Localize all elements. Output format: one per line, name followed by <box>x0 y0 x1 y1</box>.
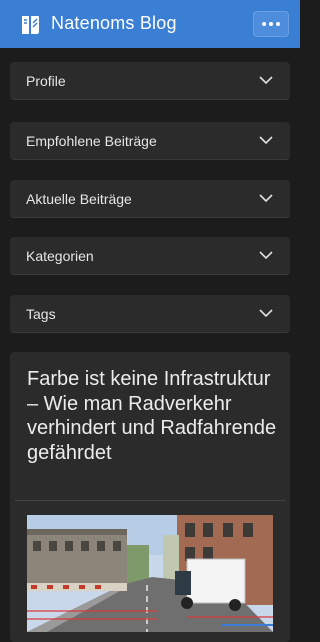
panel-profile[interactable]: Profile <box>10 62 290 100</box>
chevron-down-icon <box>259 309 273 318</box>
menu-button[interactable] <box>253 11 289 37</box>
chevron-down-icon <box>259 194 273 203</box>
article-title[interactable]: Farbe ist keine Infrastruktur – Wie man … <box>27 367 282 465</box>
panel-aktuelle-beitraege[interactable]: Aktuelle Beiträge <box>10 180 290 218</box>
chevron-down-icon <box>259 251 273 260</box>
chevron-down-icon <box>259 76 273 85</box>
divider <box>15 500 285 501</box>
panel-label: Profile <box>26 73 66 89</box>
top-bar: Natenoms Blog <box>0 0 300 48</box>
street-photo <box>27 515 273 632</box>
book-logo-icon[interactable] <box>19 14 41 36</box>
panel-label: Tags <box>26 306 56 322</box>
panel-empfohlene-beitraege[interactable]: Empfohlene Beiträge <box>10 122 290 160</box>
panel-label: Empfohlene Beiträge <box>26 133 157 149</box>
article-card: Farbe ist keine Infrastruktur – Wie man … <box>10 352 290 642</box>
panel-label: Kategorien <box>26 248 94 264</box>
more-dots-icon <box>262 22 266 26</box>
site-title[interactable]: Natenoms Blog <box>51 13 177 34</box>
panel-label: Aktuelle Beiträge <box>26 191 132 207</box>
chevron-down-icon <box>259 136 273 145</box>
panel-tags[interactable]: Tags <box>10 295 290 333</box>
panel-kategorien[interactable]: Kategorien <box>10 237 290 275</box>
article-image[interactable] <box>27 515 273 632</box>
